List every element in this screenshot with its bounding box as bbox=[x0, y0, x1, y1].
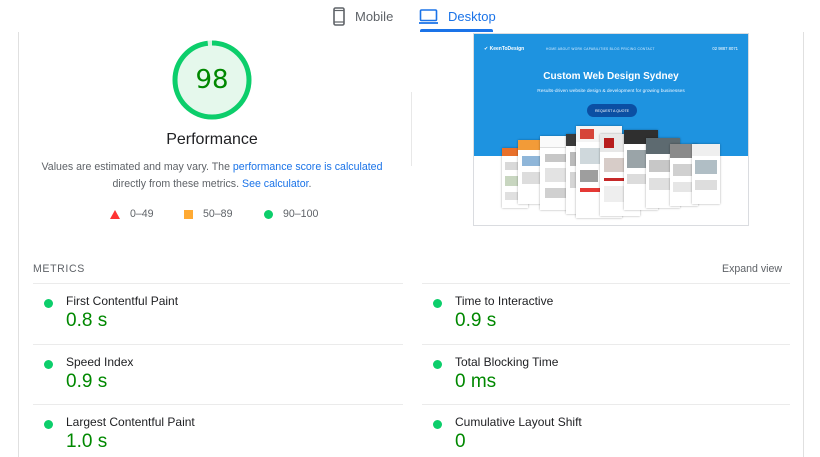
metric-time-to-interactive: Time to Interactive 0.9 s bbox=[433, 293, 773, 349]
score-calculated-link[interactable]: performance score is calculated bbox=[233, 161, 383, 173]
screenshot-quote-button: REQUEST A QUOTE bbox=[587, 104, 637, 117]
screenshot-menu: HOME ABOUT WORK CAPABILITIES BLOG PRICIN… bbox=[546, 47, 655, 51]
metric-value: 1.0 s bbox=[66, 431, 108, 452]
metric-label: First Contentful Paint bbox=[66, 294, 179, 308]
performance-title: Performance bbox=[166, 131, 258, 148]
desktop-icon bbox=[419, 8, 438, 24]
pass-circle-icon bbox=[44, 360, 53, 369]
card-border-right bbox=[803, 32, 804, 457]
metric-label: Cumulative Layout Shift bbox=[455, 415, 582, 429]
performance-score: 98 bbox=[195, 65, 229, 95]
smartphone-icon bbox=[333, 6, 345, 26]
tab-mobile[interactable]: Mobile bbox=[333, 0, 393, 32]
metric-value: 0 ms bbox=[455, 371, 497, 392]
column-divider bbox=[411, 92, 412, 166]
screenshot-nav: ✔ KeenToDesign HOME ABOUT WORK CAPABILIT… bbox=[474, 46, 748, 56]
metric-label: Speed Index bbox=[66, 355, 134, 369]
legend-fail-label: 0–49 bbox=[130, 208, 154, 220]
desc-text-1: Values are estimated and may vary. The bbox=[41, 161, 233, 173]
screenshot-headline: Custom Web Design Sydney bbox=[543, 71, 679, 82]
card-border-left bbox=[18, 32, 19, 457]
screenshot-logo: ✔ KeenToDesign bbox=[484, 46, 525, 52]
legend-fail: 0–49 bbox=[110, 207, 154, 221]
mockup-page bbox=[692, 144, 720, 204]
screenshot-subheadline: Results-driven website design & developm… bbox=[537, 89, 685, 94]
tab-mobile-label: Mobile bbox=[355, 8, 394, 24]
see-calculator-link[interactable]: See calculator bbox=[242, 178, 309, 190]
pass-circle-icon bbox=[44, 299, 53, 308]
screenshot-phone: 02 9887 8071 bbox=[712, 46, 738, 51]
pass-circle-icon bbox=[433, 360, 442, 369]
metric-label: Total Blocking Time bbox=[455, 355, 559, 369]
metrics-heading: METRICS bbox=[33, 263, 85, 275]
metric-first-contentful-paint: First Contentful Paint 0.8 s bbox=[44, 293, 384, 349]
metric-value: 0 bbox=[455, 431, 466, 452]
divider bbox=[422, 283, 790, 284]
square-icon bbox=[184, 209, 193, 219]
desc-text-3: . bbox=[308, 178, 312, 190]
triangle-icon bbox=[110, 209, 120, 219]
active-tab-indicator bbox=[420, 29, 493, 32]
legend-pass: 90–100 bbox=[264, 207, 318, 221]
performance-description: Values are estimated and may vary. The p… bbox=[40, 159, 384, 193]
tab-desktop[interactable]: Desktop bbox=[419, 0, 496, 32]
metric-label: Largest Contentful Paint bbox=[66, 415, 195, 429]
final-screenshot[interactable]: ✔ KeenToDesign HOME ABOUT WORK CAPABILIT… bbox=[473, 33, 749, 226]
tab-desktop-label: Desktop bbox=[448, 8, 496, 24]
metric-value: 0.9 s bbox=[66, 371, 108, 392]
desc-text-2: directly from these metrics. bbox=[112, 178, 242, 190]
divider bbox=[33, 283, 403, 284]
circle-icon bbox=[264, 209, 273, 219]
device-tabs: Mobile Desktop bbox=[0, 0, 820, 34]
metric-total-blocking-time: Total Blocking Time 0 ms bbox=[433, 354, 773, 410]
legend-pass-label: 90–100 bbox=[283, 208, 319, 220]
pass-circle-icon bbox=[433, 420, 442, 429]
metric-speed-index: Speed Index 0.9 s bbox=[44, 354, 384, 410]
metric-value: 0.8 s bbox=[66, 310, 108, 331]
expand-view-toggle[interactable]: Expand view bbox=[722, 263, 782, 275]
pass-circle-icon bbox=[433, 299, 442, 308]
metric-largest-contentful-paint: Largest Contentful Paint 1.0 s bbox=[44, 414, 384, 457]
legend-average: 50–89 bbox=[184, 207, 232, 221]
legend-average-label: 50–89 bbox=[203, 208, 233, 220]
pass-circle-icon bbox=[44, 420, 53, 429]
metric-value: 0.9 s bbox=[455, 310, 497, 331]
metric-cumulative-layout-shift: Cumulative Layout Shift 0 bbox=[433, 414, 773, 457]
metric-label: Time to Interactive bbox=[455, 294, 554, 308]
